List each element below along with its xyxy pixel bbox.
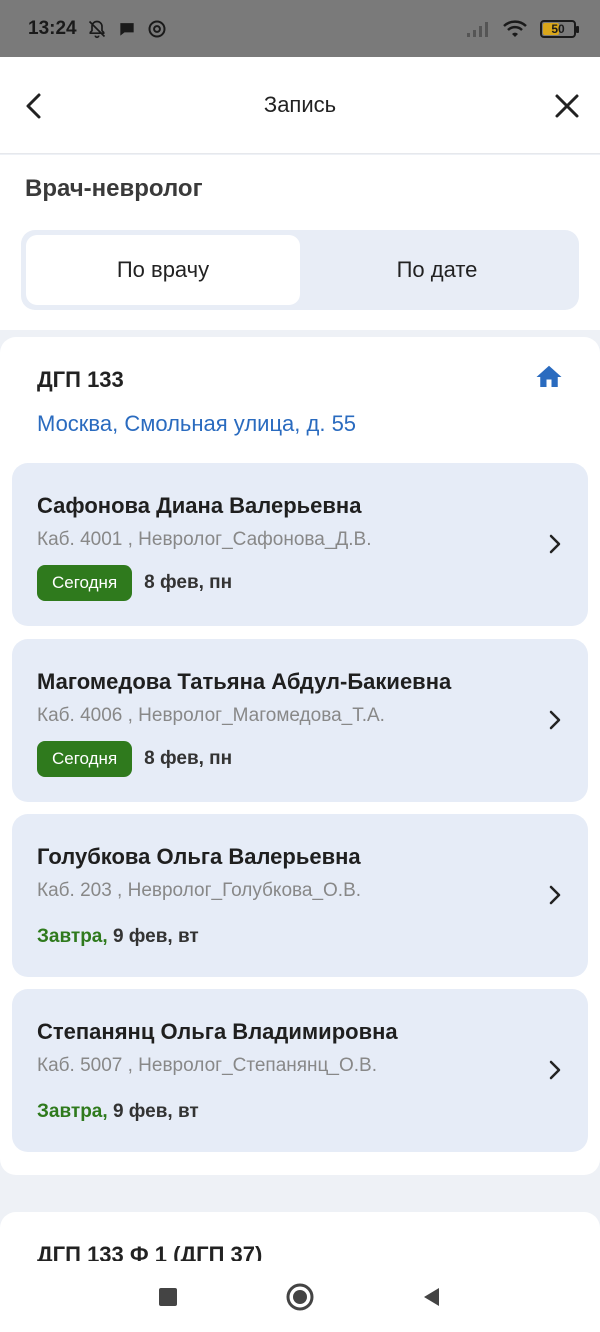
chevron-right-icon [549, 1060, 561, 1080]
doctor-office: Каб. 203 , Невролог_Голубкова_О.В. [37, 880, 362, 901]
status-right: 50 [466, 19, 579, 39]
tomorrow-label: Завтра, [37, 1101, 108, 1122]
doctor-card[interactable]: Магомедова Татьяна Абдул-Бакиевна Каб. 4… [12, 639, 588, 802]
view-toggle: По врачу По дате [21, 230, 579, 310]
doctor-date: 9 фев, вт [112, 926, 199, 947]
app-header: Запись [0, 57, 600, 154]
battery-icon: 50 [540, 19, 579, 38]
status-left: 13:24 [28, 18, 167, 40]
status-time: 13:24 [28, 17, 77, 39]
doctor-date-row: Сегодня 8 фев, пн [37, 741, 232, 777]
battery-level: 50 [551, 21, 565, 36]
chat-icon [119, 22, 134, 36]
screen: 13:24 50 Запись Врач-невролог По врачу П… [0, 0, 600, 1332]
doctor-office: Каб. 5007 , Невролог_Степанянц_О.В. [37, 1055, 378, 1076]
at-icon [148, 20, 166, 37]
close-icon [555, 94, 579, 118]
triangle-back-icon [424, 1287, 439, 1306]
today-badge: Сегодня [37, 565, 133, 601]
doctor-date: 8 фев, пн [144, 748, 233, 769]
doctor-date-row: Завтра, 9 фев, вт [37, 926, 199, 948]
doctor-name: Голубкова Ольга Валерьевна [37, 844, 361, 869]
chevron-left-icon [26, 93, 41, 119]
home-icon[interactable] [534, 362, 564, 392]
tab-by-date[interactable]: По дате [300, 235, 574, 305]
bell-off-icon [88, 20, 105, 38]
doctor-date: 9 фев, вт [112, 1101, 199, 1122]
specialty-title: Врач-невролог [25, 175, 203, 202]
top-section: Врач-невролог По врачу По дате [0, 155, 600, 330]
wifi-icon [503, 19, 527, 37]
today-badge: Сегодня [37, 741, 133, 777]
chevron-right-icon [549, 885, 561, 905]
clinic-address[interactable]: Москва, Смольная улица, д. 55 [37, 411, 356, 437]
clinic-name: ДГП 133 [37, 367, 124, 392]
doctor-name: Степанянц Ольга Владимировна [37, 1019, 398, 1044]
doctor-office: Каб. 4006 , Невролог_Магомедова_Т.А. [37, 705, 385, 726]
chevron-right-icon [549, 534, 561, 554]
page-title: Запись [263, 92, 337, 117]
doctor-date-row: Завтра, 9 фев, вт [37, 1101, 199, 1123]
circle-icon [286, 1283, 314, 1310]
home-button[interactable] [284, 1281, 316, 1313]
doctor-office: Каб. 4001 , Невролог_Сафонова_Д.В. [37, 529, 372, 550]
doctor-card[interactable]: Степанянц Ольга Владимировна Каб. 5007 ,… [12, 989, 588, 1152]
status-bar: 13:24 50 [0, 0, 600, 57]
system-nav-bar [0, 1261, 600, 1332]
doctor-card[interactable]: Голубкова Ольга Валерьевна Каб. 203 , Не… [12, 814, 588, 977]
tab-by-doctor[interactable]: По врачу [26, 235, 300, 305]
chevron-right-icon [549, 710, 561, 730]
tomorrow-label: Завтра, [37, 926, 108, 947]
signal-icon [467, 21, 488, 37]
system-back-button[interactable] [416, 1281, 448, 1313]
doctor-card[interactable]: Сафонова Диана Валерьевна Каб. 4001 , Не… [12, 463, 588, 626]
back-button[interactable] [18, 89, 48, 123]
doctor-name: Сафонова Диана Валерьевна [37, 493, 362, 518]
recents-button[interactable] [152, 1281, 184, 1313]
doctor-date: 8 фев, пн [144, 572, 233, 593]
close-button[interactable] [550, 89, 584, 123]
square-icon [159, 1287, 177, 1306]
clinic-card: ДГП 133 Москва, Смольная улица, д. 55 Са… [0, 337, 600, 1175]
doctor-name: Магомедова Татьяна Абдул-Бакиевна [37, 669, 452, 694]
doctor-date-row: Сегодня 8 фев, пн [37, 565, 232, 601]
